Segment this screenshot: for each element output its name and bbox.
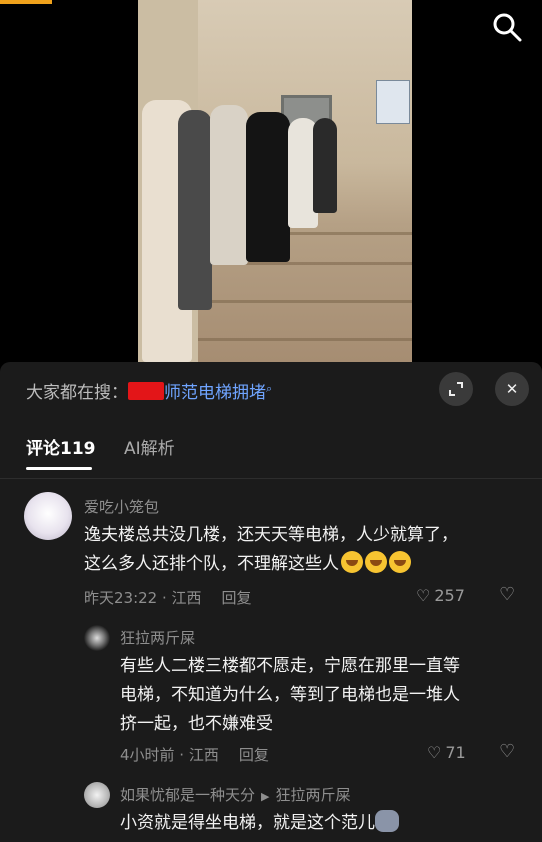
comment-line: 小资就是得坐电梯，就是这个范儿 [120,813,375,833]
tab-comments[interactable]: 评论119 [26,434,96,459]
divider [0,478,542,479]
avatar[interactable] [84,625,110,651]
comment-text: 有些人二楼三楼都不愿走，宁愿在那里一直等 电梯，不知道为什么，等到了电梯也是一堆… [120,652,530,739]
comment-text: 小资就是得坐电梯，就是这个范儿 [120,809,530,838]
suggestion-prefix: 大家都在搜： [26,383,128,403]
heart-icon: ♡ [416,586,431,605]
search-icon[interactable] [491,11,523,43]
like-button[interactable]: ♡ 71 [427,743,466,762]
avatar[interactable] [24,492,72,540]
expand-icon[interactable] [439,372,473,406]
redaction-mark [128,382,164,400]
reply-button[interactable]: 回复 [222,589,252,607]
comment-line: 逸夫楼总共没几楼，还天天等电梯，人少就算了， [84,525,458,545]
video-frame [138,0,412,362]
crying-laughing-emoji [341,551,363,573]
notice-board [376,80,410,124]
active-tab-indicator [26,467,92,470]
crying-laughing-emoji [365,551,387,573]
comment-line: 挤一起，也不嫌难受 [120,714,273,734]
suggestion-link[interactable]: 师范电梯拥堵⌕ [128,382,273,403]
reply-button[interactable]: 回复 [239,746,269,764]
reply-arrow-icon: ▶ [261,790,270,803]
comment-line: 电梯，不知道为什么，等到了电梯也是一堆人 [120,685,460,705]
comment-meta: 4小时前 · 江西 回复 [120,744,269,765]
cat-emoji [375,810,399,832]
comment-line: 这么多人还排个队，不理解这些人 [84,554,339,574]
comment-time-location: 4小时前 · 江西 [120,746,219,764]
comment-author-line: 如果忧郁是一种天分 ▶ 狂拉两斤屎 [120,784,351,805]
dislike-icon[interactable]: ♡ [499,584,515,605]
comment-meta: 昨天23:22 · 江西 回复 [84,587,252,608]
comment-panel: 大家都在搜： 师范电梯拥堵⌕ ✕ 评论119 AI解析 爱吃小笼包 逸夫楼总共没几… [0,362,542,842]
comment-time-location: 昨天23:22 · 江西 [84,589,202,607]
comment-author[interactable]: 如果忧郁是一种天分 [120,786,255,804]
status-indicator [0,0,52,4]
comment-author[interactable]: 爱吃小笼包 [84,496,159,517]
tab-ai-analysis[interactable]: AI解析 [124,434,175,459]
video-player[interactable] [0,0,542,362]
like-button[interactable]: ♡ 257 [416,586,465,605]
search-suggestion: 大家都在搜： 师范电梯拥堵⌕ [26,378,272,403]
heart-icon: ♡ [427,743,442,762]
like-count: 71 [445,743,466,762]
close-icon[interactable]: ✕ [495,372,529,406]
reply-to-user[interactable]: 狂拉两斤屎 [275,786,350,804]
crying-laughing-emoji [389,551,411,573]
comment-line: 有些人二楼三楼都不愿走，宁愿在那里一直等 [120,656,460,676]
dislike-icon[interactable]: ♡ [499,741,515,762]
comment-text: 逸夫楼总共没几楼，还天天等电梯，人少就算了， 这么多人还排个队，不理解这些人 [84,521,524,579]
like-count: 257 [434,586,465,605]
comment-author[interactable]: 狂拉两斤屎 [120,627,195,648]
search-hint-icon: ⌕ [266,382,273,395]
avatar[interactable] [84,782,110,808]
